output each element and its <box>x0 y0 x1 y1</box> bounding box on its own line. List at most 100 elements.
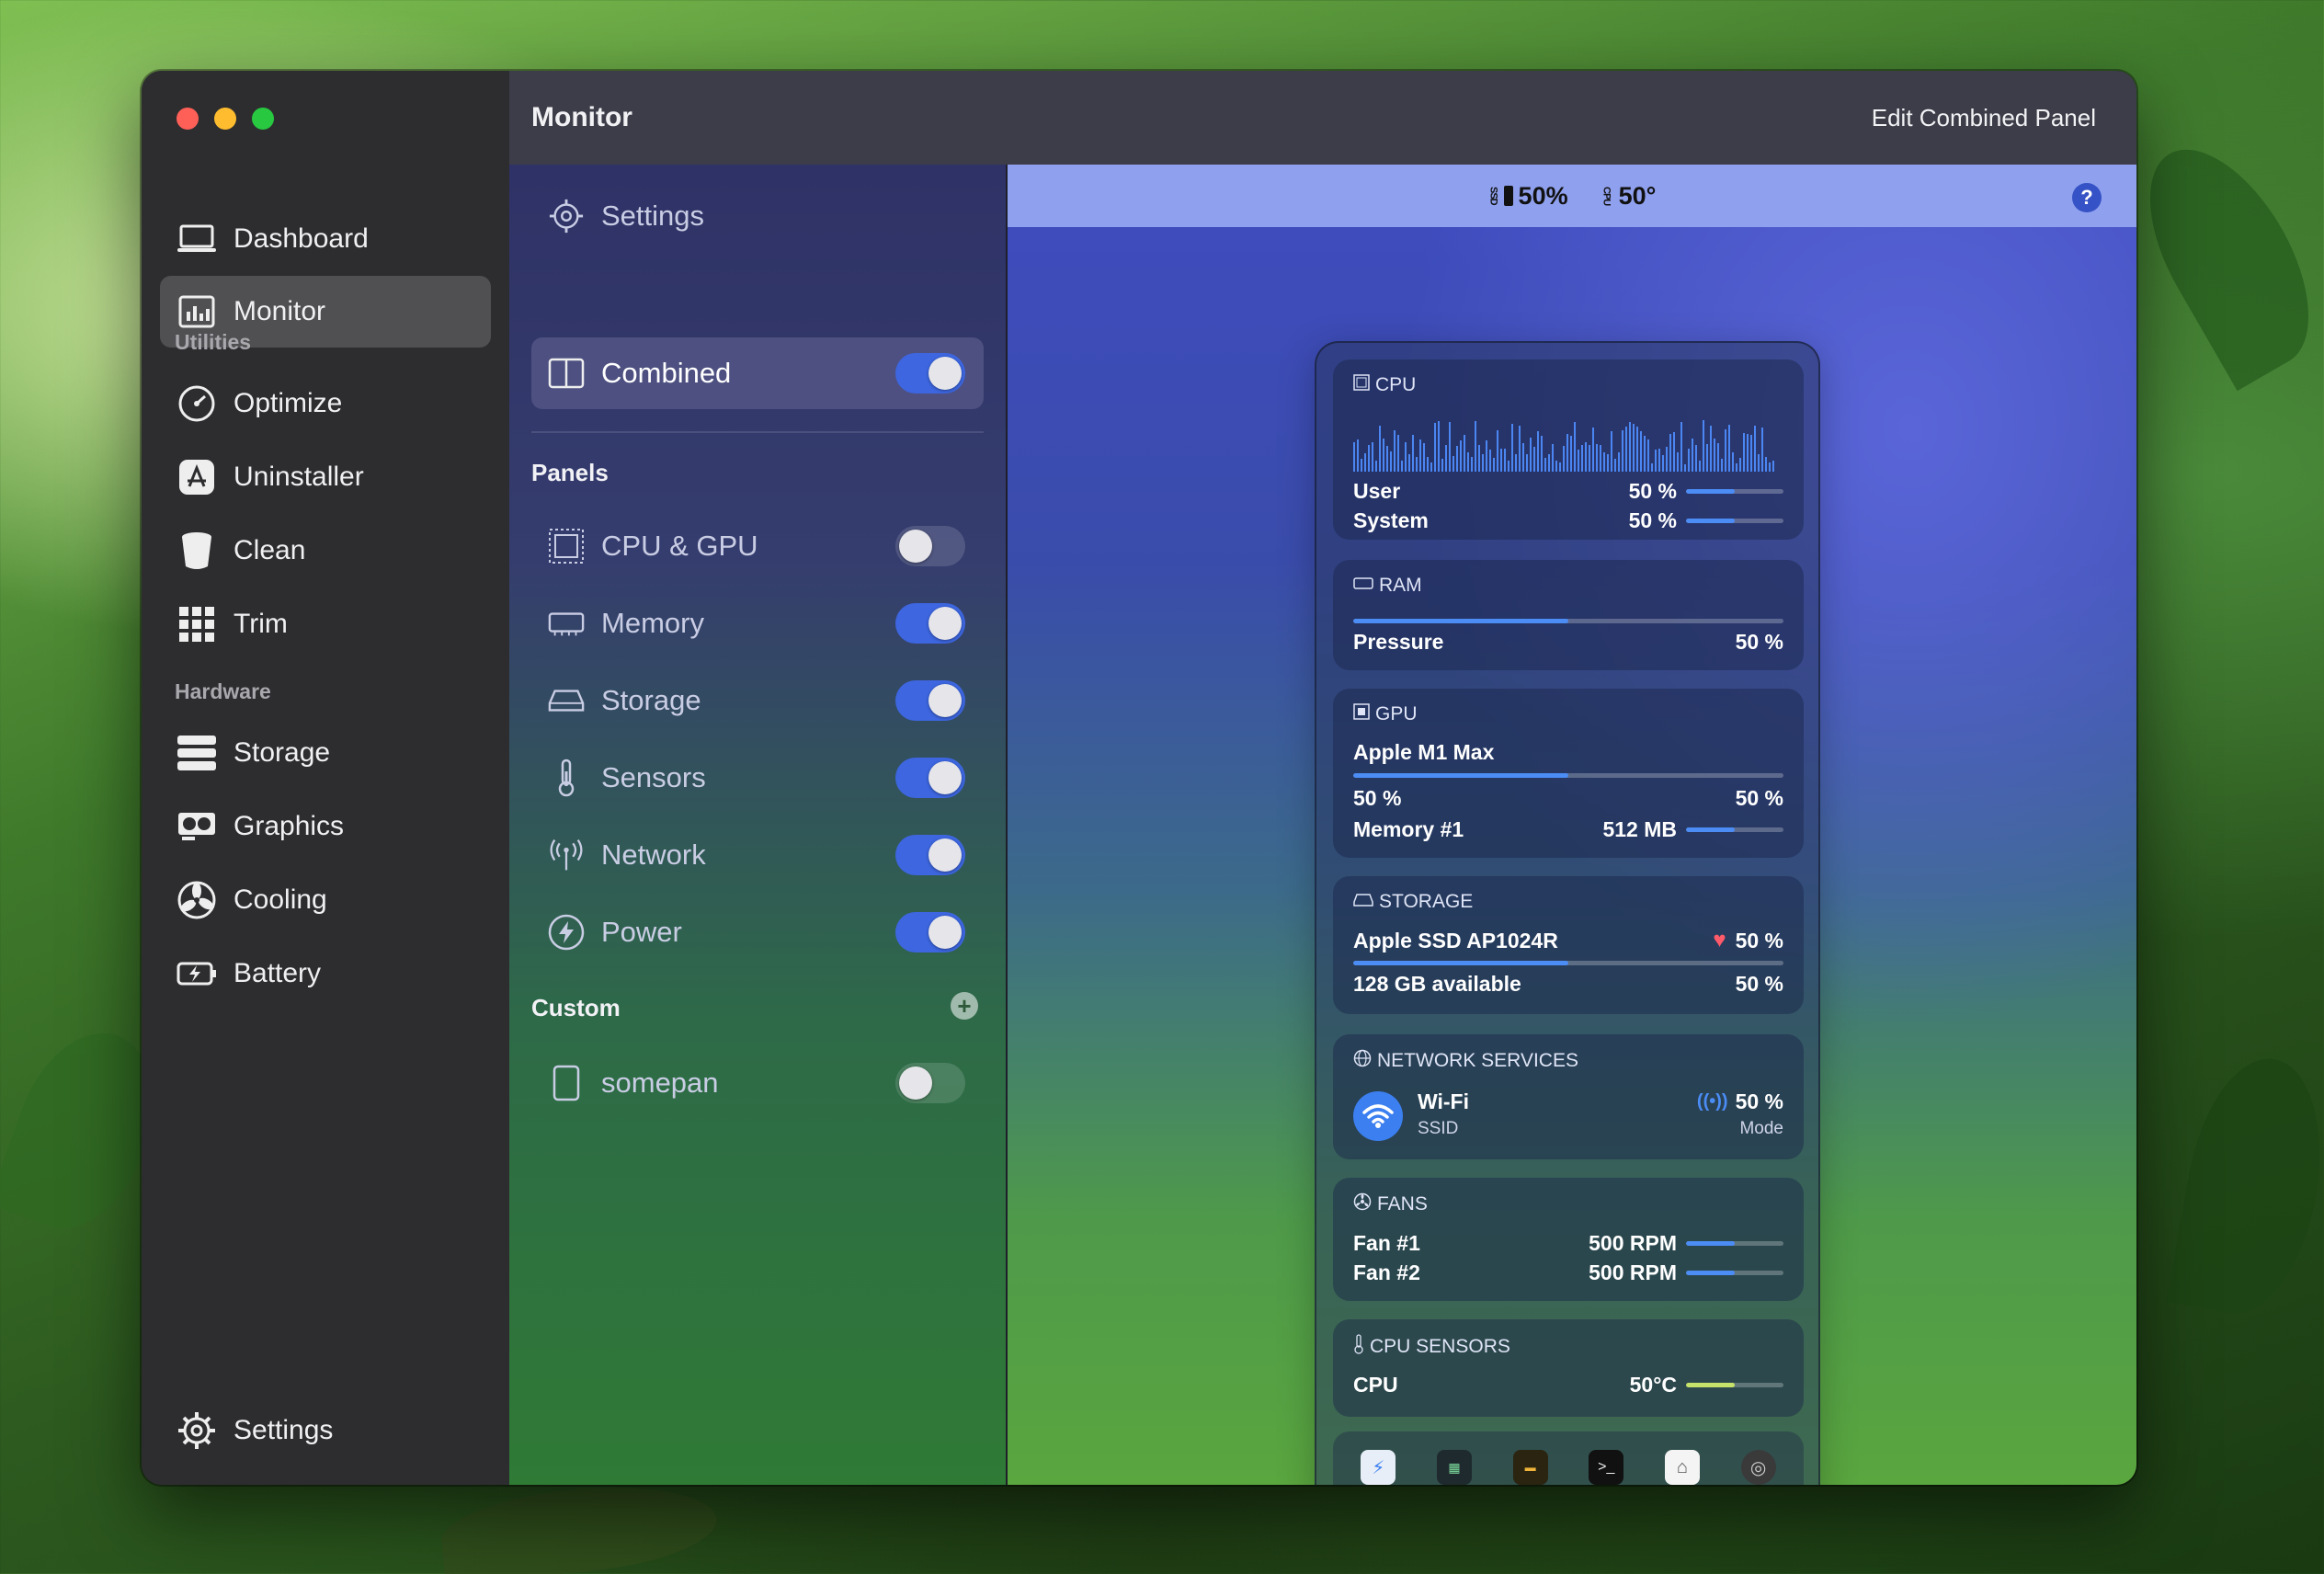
gpu-chip-icon <box>1353 703 1370 725</box>
cpu-history-bar <box>1614 458 1616 472</box>
gpu-usage-row: 50 % 50 % <box>1353 786 1783 810</box>
cpu-history-bar <box>1592 427 1594 472</box>
app-icon-2[interactable]: ▦ <box>1436 1450 1472 1485</box>
cpu-system-bar <box>1686 519 1783 523</box>
panel-item-sensors[interactable]: Sensors <box>531 742 984 814</box>
cpu-history-bar <box>1725 428 1726 472</box>
cpu-history-bar <box>1581 444 1583 472</box>
sidebar-item-battery[interactable]: Battery <box>160 938 491 1009</box>
sidebar-item-trim[interactable]: Trim <box>160 588 491 660</box>
memory-toggle[interactable] <box>895 603 965 644</box>
cpu-history-bar <box>1684 463 1686 472</box>
sidebar-item-clean[interactable]: Clean <box>160 515 491 587</box>
storage-toggle[interactable] <box>895 680 965 721</box>
cpu-history-bar <box>1445 444 1447 472</box>
cpu-history-bar <box>1607 453 1609 472</box>
split-panel-icon <box>548 355 585 392</box>
cpu-history-bar <box>1353 442 1355 472</box>
terminal-icon[interactable]: >_ <box>1589 1450 1624 1485</box>
fan-2-bar <box>1686 1271 1783 1275</box>
app-icon-3[interactable]: ▬ <box>1512 1450 1548 1485</box>
panel-item-cpu-gpu[interactable]: CPU & GPU <box>531 510 984 582</box>
cpu-history-bar <box>1493 457 1495 472</box>
cpu-history-bar <box>1728 424 1730 472</box>
sidebar-item-graphics[interactable]: Graphics <box>160 791 491 862</box>
cpu-history-bar <box>1423 442 1425 472</box>
ram-pressure-row: Pressure 50 % <box>1353 630 1783 654</box>
storage-stack-icon <box>177 733 217 773</box>
sidebar-item-label: Storage <box>234 737 331 768</box>
sensor-cpu-bar <box>1686 1383 1783 1387</box>
panel-item-memory[interactable]: Memory <box>531 587 984 659</box>
add-custom-panel-button[interactable]: + <box>951 992 978 1020</box>
cpu-chip-icon <box>548 528 585 565</box>
cpu-history-bar <box>1761 428 1763 472</box>
zoom-button[interactable] <box>252 108 274 130</box>
network-name: Wi-Fi <box>1418 1089 1469 1113</box>
edit-combined-panel-button[interactable]: Edit Combined Panel <box>1872 104 2096 132</box>
sidebar-item-label: Clean <box>234 535 306 565</box>
sidebar-item-dashboard[interactable]: Dashboard <box>160 203 491 275</box>
cpu-history-bar <box>1478 444 1480 472</box>
power-toggle[interactable] <box>895 912 965 952</box>
custom-item-somepan[interactable]: somepan <box>531 1047 984 1119</box>
sidebar-item-cooling[interactable]: Cooling <box>160 864 491 936</box>
gpu-name-row: Apple M1 Max <box>1353 740 1495 764</box>
panel-settings-item[interactable]: Settings <box>531 180 984 252</box>
sidebar-item-storage[interactable]: Storage <box>160 717 491 789</box>
panel-combined-item[interactable]: Combined <box>531 337 984 409</box>
panel-item-label: Network <box>601 838 706 871</box>
app-store-icon <box>177 457 217 497</box>
cpu-gpu-toggle[interactable] <box>895 526 965 566</box>
cpu-history-bar <box>1430 462 1432 472</box>
cpu-history-bar <box>1603 452 1605 472</box>
panel-item-network[interactable]: Network <box>531 819 984 891</box>
sidebar-settings[interactable]: Settings <box>160 1395 491 1466</box>
cpu-history-bar <box>1574 422 1576 472</box>
wifi-icon <box>1353 1091 1403 1141</box>
cpu-history-bar <box>1647 439 1649 472</box>
cpu-history-bar <box>1548 454 1550 472</box>
cpu-history-bar <box>1717 443 1719 472</box>
storage-card: STORAGE Apple SSD AP1024R ♥ 50 % 128 GB … <box>1333 876 1804 1014</box>
cpu-mini-label: CPU <box>1601 186 1612 206</box>
gpu-memory-row: Memory #1 512 MB <box>1353 817 1783 842</box>
cpu-history-bar <box>1464 434 1465 472</box>
cpu-history-bar <box>1379 425 1381 472</box>
sensors-card-title: CPU SENSORS <box>1353 1334 1510 1360</box>
cpu-history-bar <box>1688 448 1690 472</box>
cpu-user-bar <box>1686 489 1783 494</box>
cpu-history-bar <box>1486 439 1487 472</box>
cpu-history-bar <box>1408 453 1410 472</box>
cpu-history-bar <box>1765 456 1767 472</box>
sensors-toggle[interactable] <box>895 758 965 798</box>
panel-item-storage[interactable]: Storage <box>531 665 984 736</box>
panel-item-label: Memory <box>601 607 704 639</box>
minimize-button[interactable] <box>214 108 236 130</box>
grid-icon <box>177 604 217 644</box>
cpu-history-bar <box>1357 439 1359 472</box>
close-button[interactable] <box>177 108 199 130</box>
combined-toggle[interactable] <box>895 353 965 394</box>
toolbar: Monitor Edit Combined Panel <box>509 71 2136 165</box>
app-icon-1[interactable]: ⚡ <box>1361 1450 1396 1485</box>
panel-item-power[interactable]: Power <box>531 896 984 968</box>
cpu-history-bar <box>1511 423 1513 472</box>
page-title: Monitor <box>531 102 632 132</box>
cpu-history-bar <box>1769 462 1771 472</box>
cpu-history-bar <box>1427 456 1429 472</box>
cpu-history-bar <box>1633 423 1635 472</box>
sidebar-item-uninstaller[interactable]: Uninstaller <box>160 441 491 513</box>
drive-icon <box>548 682 585 719</box>
cpu-history-bar <box>1552 444 1554 472</box>
somepan-toggle[interactable] <box>895 1063 965 1103</box>
app-icon-5[interactable]: ⌂ <box>1664 1450 1700 1485</box>
app-icon-6[interactable]: ◎ <box>1740 1450 1776 1485</box>
cpu-history-bar <box>1508 461 1509 472</box>
sidebar-item-optimize[interactable]: Optimize <box>160 368 491 439</box>
sidebar-item-label: Optimize <box>234 388 343 418</box>
cpu-history-bar <box>1714 438 1715 472</box>
fan-1-bar <box>1686 1241 1783 1246</box>
network-toggle[interactable] <box>895 835 965 875</box>
help-button[interactable]: ? <box>2072 183 2102 212</box>
